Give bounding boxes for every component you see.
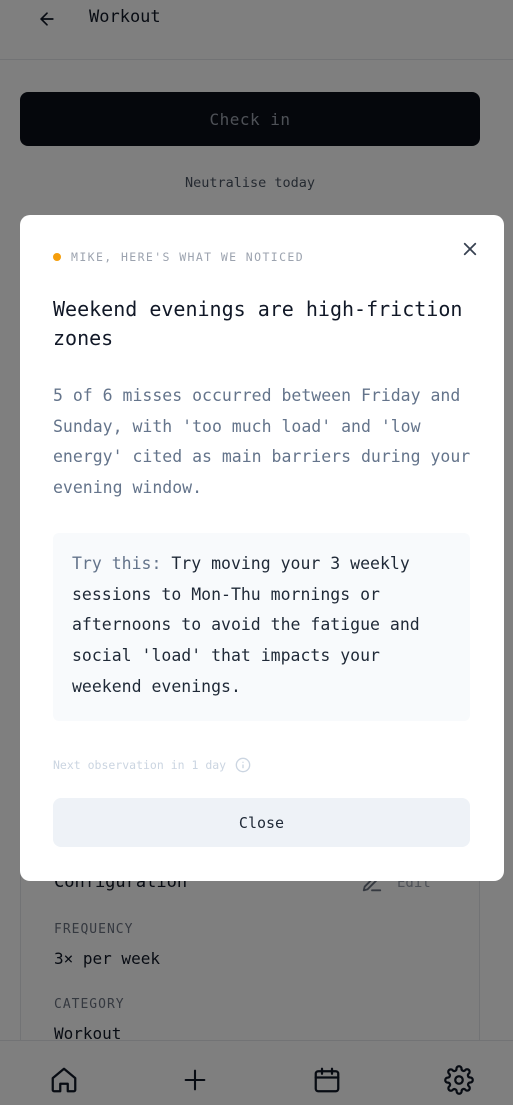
modal-title: Weekend evenings are high-friction zones — [53, 297, 463, 350]
insight-modal: MIKE, HERE'S WHAT WE NOTICED Weekend eve… — [20, 215, 504, 881]
status-dot — [53, 253, 61, 261]
modal-eyebrow: MIKE, HERE'S WHAT WE NOTICED — [53, 250, 304, 264]
tip-box: Try this: Try moving your 3 weekly sessi… — [53, 533, 470, 721]
next-observation: Next observation in 1 day — [53, 757, 251, 773]
next-observation-label: Next observation in 1 day — [53, 758, 227, 772]
tip-text: Try moving your 3 weekly sessions to Mon… — [72, 554, 420, 696]
info-icon[interactable] — [235, 757, 251, 773]
modal-body: 5 of 6 misses occurred between Friday an… — [53, 386, 471, 498]
close-icon-button[interactable] — [458, 237, 482, 261]
close-button[interactable]: Close — [53, 798, 470, 847]
eyebrow-label: MIKE, HERE'S WHAT WE NOTICED — [71, 250, 305, 264]
close-icon — [463, 242, 477, 256]
tip-label: Try this: — [72, 554, 162, 573]
